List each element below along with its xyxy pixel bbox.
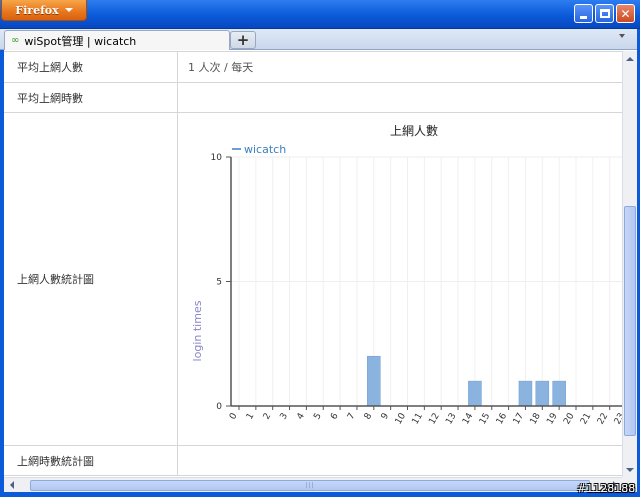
- x-tick-label: 18: [529, 411, 544, 426]
- chart-y-ticks: 0 5 10: [211, 153, 231, 412]
- table-row: 上網時數統計圖: [4, 446, 622, 476]
- chart-title: 上網人數: [390, 124, 438, 138]
- x-tick-label: 20: [562, 411, 577, 426]
- y-tick-label: 5: [216, 278, 222, 288]
- scroll-up-button[interactable]: [623, 51, 637, 66]
- x-tick-label: 16: [495, 411, 510, 426]
- row-label: 平均上網人數: [4, 52, 178, 82]
- chart-bars: [367, 355, 566, 407]
- x-tick-label: 0: [228, 411, 240, 421]
- horizontal-scrollbar[interactable]: |||: [4, 477, 622, 492]
- x-tick-label: 7: [346, 412, 358, 422]
- site-favicon-icon: ∞: [11, 35, 20, 46]
- tab-wispot[interactable]: ∞ wiSpot管理 | wicatch: [4, 30, 230, 50]
- table-row: 平均上網時數: [4, 83, 622, 113]
- x-tick-label: 19: [545, 411, 560, 426]
- row-value: [178, 446, 622, 475]
- table-row: 平均上網人數 1 人次 / 每天: [4, 51, 622, 83]
- x-tick-label: 21: [579, 412, 593, 427]
- login-count-chart: 0510 0 1 2 3 4 5 6 7 8 9 10 11 12 13 14 15 16 17 18 19 20 21 2…: [191, 124, 622, 426]
- x-tick-label: 5: [312, 412, 324, 422]
- x-tick-label: 13: [444, 412, 458, 427]
- x-tick-label: 23: [613, 412, 622, 427]
- x-tick-label: 22: [596, 412, 610, 427]
- x-tick-label: 9: [380, 411, 392, 421]
- firefox-menu-label: Firefox: [15, 3, 59, 17]
- firefox-menu-button[interactable]: Firefox: [1, 0, 87, 21]
- vertical-scrollbar[interactable]: [622, 51, 637, 477]
- y-axis-label: login times: [191, 300, 204, 361]
- x-tick-label: 8: [363, 411, 375, 421]
- close-icon: ✕: [620, 6, 631, 21]
- x-tick-label: 15: [478, 412, 492, 427]
- x-tick-label: 14: [461, 411, 476, 426]
- row-value: 1 人次 / 每天: [188, 61, 254, 74]
- bar: [535, 380, 550, 407]
- scroll-down-button[interactable]: [623, 462, 637, 477]
- close-button[interactable]: ✕: [616, 4, 635, 23]
- x-tick-label: 1: [245, 412, 257, 422]
- y-tick-label: 10: [211, 153, 223, 163]
- vertical-scroll-thumb[interactable]: [624, 206, 636, 436]
- window-frame-bottom: [0, 492, 640, 497]
- x-tick-label: 6: [329, 411, 341, 421]
- row-label: 平均上網時數: [4, 83, 178, 112]
- x-tick-label: 17: [512, 412, 526, 427]
- minimize-icon: [580, 16, 587, 19]
- window-title-bar: Firefox ✕: [0, 0, 640, 29]
- tab-title: wiSpot管理 | wicatch: [24, 34, 137, 48]
- x-tick-label: 11: [411, 412, 425, 427]
- x-tick-label: 4: [295, 411, 307, 421]
- new-tab-button[interactable]: +: [230, 31, 256, 49]
- bar: [518, 380, 533, 407]
- row-value: [178, 83, 622, 112]
- tab-strip: ∞ wiSpot管理 | wicatch +: [0, 29, 640, 50]
- grip-icon: |||: [305, 482, 315, 489]
- y-tick-label: 0: [216, 402, 222, 412]
- horizontal-scroll-thumb[interactable]: |||: [30, 480, 590, 491]
- arrow-down-icon: [626, 467, 634, 472]
- arrow-left-icon: [9, 481, 14, 489]
- x-tick-label: 10: [394, 411, 409, 426]
- maximize-icon: [599, 9, 610, 18]
- list-all-tabs-icon[interactable]: [619, 34, 625, 38]
- minimize-button[interactable]: [574, 4, 593, 23]
- page-content: 平均上網人數 1 人次 / 每天 平均上網時數 上網人數統計圖 上網時數統計圖 …: [4, 51, 622, 477]
- scroll-left-button[interactable]: [4, 478, 19, 492]
- plus-icon: +: [236, 31, 250, 49]
- row-label: 上網人數統計圖: [4, 113, 178, 445]
- x-tick-label: 3: [279, 412, 291, 422]
- x-tick-label: 12: [427, 412, 441, 427]
- x-tick-label: 2: [262, 412, 274, 422]
- maximize-button[interactable]: [595, 4, 614, 23]
- chart-grid: [231, 156, 622, 407]
- chart-x-ticks: 0 1 2 3 4 5 6 7 8 9 10 11 12 13 14 15 16 17 18 19 20 21 22 23: [228, 406, 622, 426]
- arrow-up-icon: [626, 56, 634, 61]
- chart-legend[interactable]: wicatch: [232, 143, 286, 156]
- bar: [468, 380, 482, 407]
- watermark: #1128188: [577, 482, 636, 495]
- row-label: 上網時數統計圖: [4, 446, 178, 475]
- bar: [552, 380, 566, 407]
- dropdown-arrow-icon: [64, 8, 73, 12]
- bar: [367, 355, 381, 407]
- legend-label: wicatch: [244, 143, 286, 156]
